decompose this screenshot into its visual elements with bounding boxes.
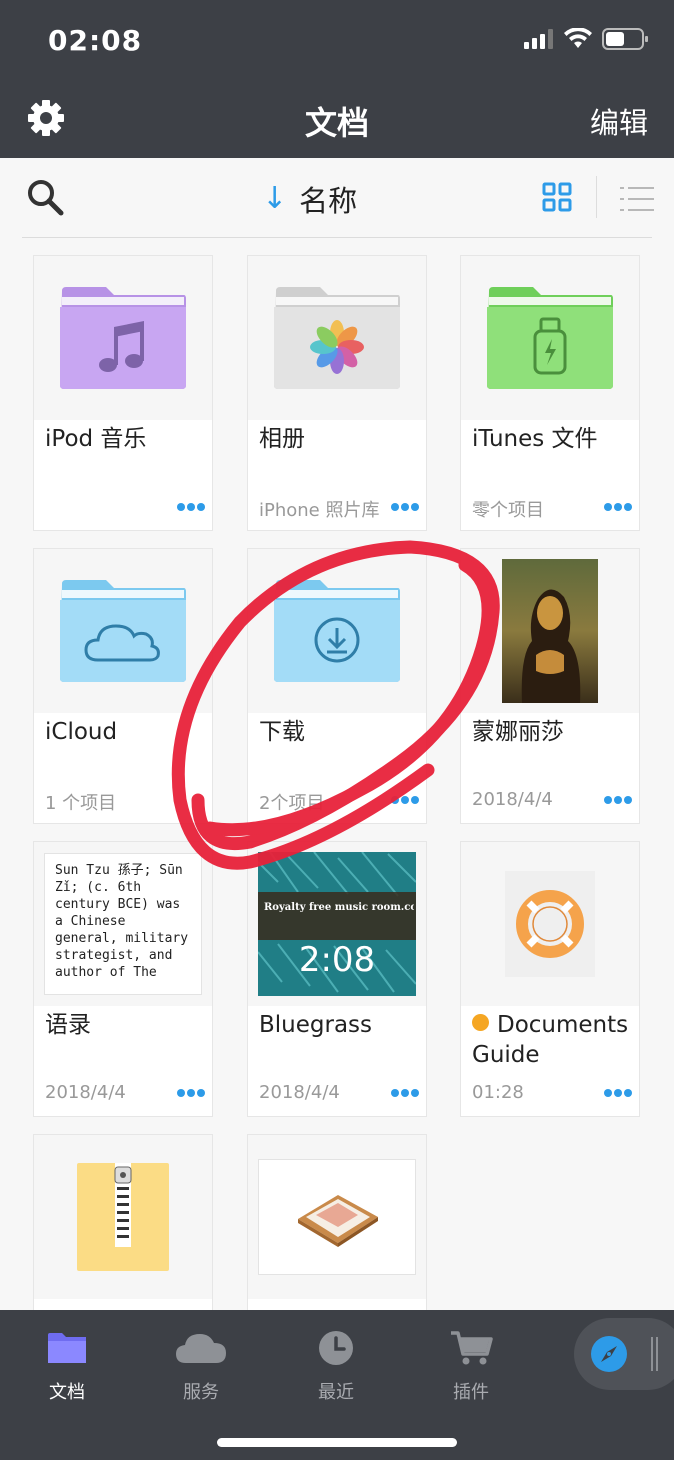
file-subtitle: iPhone 照片库 [259,500,380,521]
file-item-ipod-music[interactable]: iPod 音乐 [33,255,213,531]
more-options-icon[interactable] [390,1086,420,1100]
text-preview: Sun Tzu 孫子; Sūn Zǐ; (c. 6th century BCE)… [44,853,202,995]
toolbar-divider [596,176,597,218]
cloud-folder-icon [60,580,186,682]
page-title: 文档 [304,104,369,142]
sort-label: 名称 [299,184,358,218]
cart-icon [451,1331,493,1365]
file-thumbnail [248,256,426,420]
clock-icon [319,1331,353,1365]
file-item-mona-lisa[interactable]: 蒙娜丽莎 2018/4/4 [460,548,640,824]
file-subtitle: 01:28 [472,1082,524,1103]
more-options-icon[interactable] [603,793,633,807]
download-folder-icon [274,580,400,682]
file-name: iTunes 文件 [472,426,598,452]
lifebuoy-icon [516,890,584,958]
video-thumbnail: Royalty free music room.com 2:08 [258,852,416,996]
signal-icon [524,29,553,49]
grid-view-icon[interactable] [542,182,572,212]
compass-icon [591,1336,627,1372]
file-item-zip[interactable] [33,1134,213,1310]
file-subtitle: 2018/4/4 [45,1082,126,1103]
file-thumbnail [34,256,212,420]
file-name: iPod 音乐 [45,426,147,452]
file-item-downloads[interactable]: 下载 2个项目 [247,548,427,824]
drag-handle-icon[interactable] [650,1337,662,1371]
file-subtitle: 1 个项目 [45,793,117,814]
file-thumbnail [461,549,639,713]
top-bar: 02:08 文档 编辑 [0,0,674,158]
file-grid: iPod 音乐 相册 iPhone 照片库 iTunes 文件 零个项目 iCl… [0,238,674,1310]
tab-plugins[interactable]: 插件 [426,1324,516,1404]
list-view-icon[interactable] [620,186,654,212]
file-subtitle: 2018/4/4 [472,789,553,810]
tab-label: 插件 [453,1382,489,1403]
file-item-icloud[interactable]: iCloud 1 个项目 [33,548,213,824]
unread-dot [472,1014,489,1031]
video-duration: 2:08 [298,940,376,980]
floating-browser-button[interactable] [574,1318,674,1390]
file-name: 相册 [259,426,305,452]
search-icon[interactable] [26,178,64,216]
file-subtitle: 2018/4/4 [259,1082,340,1103]
file-item-itunes-files[interactable]: iTunes 文件 零个项目 [460,255,640,531]
file-item-bluegrass[interactable]: Royalty free music room.com 2:08 Bluegra… [247,841,427,1117]
file-name-text: Documents Guide [472,1012,629,1068]
file-thumbnail [34,549,212,713]
cloud-icon [176,1334,226,1363]
home-indicator [217,1438,457,1447]
more-options-icon[interactable] [176,1086,206,1100]
toolbar: ↓ 名称 [0,158,674,238]
tab-services[interactable]: 服务 [156,1324,246,1404]
file-thumbnail [248,1135,426,1299]
photos-folder-icon [274,287,400,389]
more-options-icon[interactable] [176,500,206,514]
file-name: 蒙娜丽莎 [472,719,564,745]
more-options-icon[interactable] [603,500,633,514]
zip-archive-icon [77,1163,169,1271]
file-thumbnail [461,256,639,420]
more-options-icon[interactable] [390,793,420,807]
status-time: 02:08 [48,24,143,57]
more-options-icon[interactable] [603,1086,633,1100]
more-options-icon[interactable] [390,500,420,514]
tab-label: 最近 [318,1382,354,1403]
painting-thumbnail [502,559,598,703]
file-name: Documents Guide [472,1010,634,1070]
usb-folder-icon [487,287,613,389]
file-item-documents-guide[interactable]: Documents Guide 01:28 [460,841,640,1117]
file-thumbnail [34,1135,212,1299]
file-thumbnail [248,549,426,713]
file-thumbnail: Royalty free music room.com 2:08 [248,842,426,1006]
document-tray-icon [298,1195,378,1247]
battery-icon [602,28,648,50]
tab-label: 文档 [49,1382,85,1403]
file-thumbnail [461,842,639,1006]
music-folder-icon [60,287,186,389]
tab-label: 服务 [183,1382,219,1403]
file-subtitle: 零个项目 [472,500,544,521]
tab-recent[interactable]: 最近 [291,1324,381,1404]
status-icons [524,28,648,50]
file-thumbnail: Sun Tzu 孫子; Sūn Zǐ; (c. 6th century BCE)… [34,842,212,1006]
sort-arrow-icon: ↓ [262,181,288,216]
file-name: iCloud [45,719,118,745]
sort-button[interactable]: ↓ 名称 [262,178,357,220]
file-name: 下载 [259,719,305,745]
file-subtitle: 2个项目 [259,793,325,814]
wifi-icon [564,28,592,48]
file-name: Bluegrass [259,1012,373,1038]
file-item-tray[interactable] [247,1134,427,1310]
guide-thumbnail [505,871,595,977]
folder-icon [48,1333,86,1363]
video-caption: Royalty free music room.com [264,902,414,913]
tab-bar: 文档 服务 最近 插件 [0,1310,674,1460]
file-item-photos[interactable]: 相册 iPhone 照片库 [247,255,427,531]
tab-documents[interactable]: 文档 [22,1324,112,1404]
edit-button[interactable]: 编辑 [590,100,648,142]
tray-thumbnail [258,1159,416,1275]
file-item-quotes[interactable]: Sun Tzu 孫子; Sūn Zǐ; (c. 6th century BCE)… [33,841,213,1117]
file-name: 语录 [45,1012,91,1038]
